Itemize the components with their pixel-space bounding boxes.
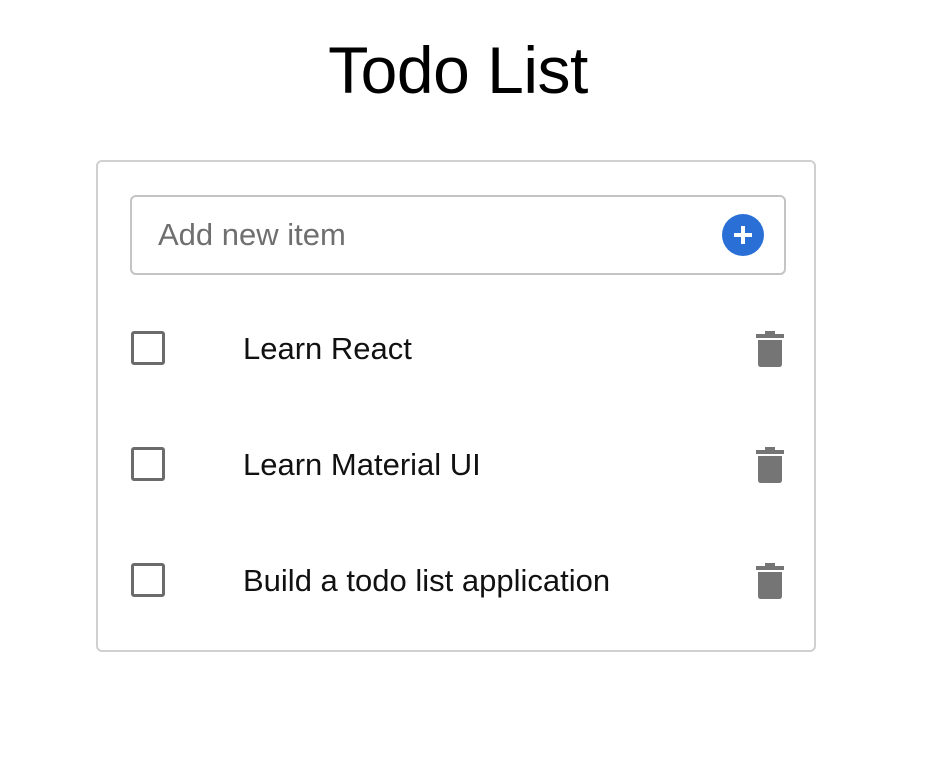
page-title: Todo List (328, 33, 588, 107)
list-item: Learn React (98, 292, 814, 408)
add-item-input[interactable] (158, 197, 698, 273)
delete-button[interactable] (750, 329, 790, 369)
list-item: Learn Material UI (98, 408, 814, 524)
todo-label: Learn React (243, 331, 412, 366)
delete-button[interactable] (750, 445, 790, 485)
todo-label: Build a todo list application (243, 563, 611, 598)
add-item-button[interactable] (722, 214, 764, 256)
trash-icon (756, 563, 784, 599)
todo-label: Learn Material UI (243, 447, 481, 482)
todo-checkbox[interactable] (131, 447, 165, 481)
todo-checkbox[interactable] (131, 563, 165, 597)
todo-card: Learn React Learn Material UI (96, 160, 816, 652)
plus-circle-icon (734, 226, 752, 244)
add-item-field (130, 195, 786, 275)
trash-icon (756, 331, 784, 367)
trash-icon (756, 447, 784, 483)
delete-button[interactable] (750, 561, 790, 601)
list-item: Build a todo list application (98, 524, 814, 640)
page: Todo List Learn React (0, 0, 940, 764)
todo-checkbox[interactable] (131, 331, 165, 365)
todo-list: Learn React Learn Material UI Build a to… (98, 292, 814, 640)
